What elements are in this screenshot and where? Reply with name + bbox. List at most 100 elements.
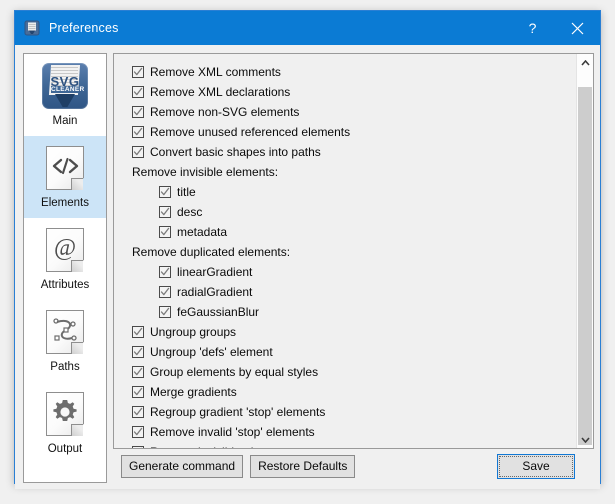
option-label: Regroup gradient 'stop' elements [150,405,326,419]
chevron-down-icon [580,436,590,443]
checkmark-icon [133,347,143,356]
checkmark-icon [133,67,143,76]
save-button[interactable]: Save [497,453,575,479]
option-checkbox-row[interactable]: feGaussianBlur [132,302,576,322]
sidebar-item-label: Main [52,115,78,127]
checkbox[interactable] [159,266,171,278]
option-checkbox-row[interactable]: title [132,182,576,202]
option-label: Remove XML comments [150,65,281,79]
option-checkbox-row[interactable]: Merge gradients [132,382,576,402]
options-panel: Remove XML comments Remove XML declaratio… [113,53,594,449]
category-sidebar[interactable]: SVG CLEANER Main Elements @ Attributes P… [23,53,107,483]
option-checkbox-row[interactable]: Ungroup 'defs' element [132,342,576,362]
checkbox[interactable] [132,366,144,378]
option-label: metadata [177,225,228,239]
generate-command-button[interactable]: Generate command [121,454,244,478]
chevron-up-icon [580,59,590,66]
option-label: Group elements by equal styles [150,365,319,379]
sidebar-item-elements[interactable]: Elements [24,136,106,218]
option-label: Remove invalid 'stop' elements [150,425,315,439]
scroll-up-button[interactable] [577,54,593,71]
option-label: radialGradient [177,285,253,299]
option-label: linearGradient [177,265,253,279]
option-checkbox-row[interactable]: Remove invisible elements [132,442,576,448]
close-icon [571,22,584,34]
options-scrollbar[interactable] [576,54,593,448]
option-checkbox-row[interactable]: Group elements by equal styles [132,362,576,382]
option-checkbox-row[interactable]: Convert basic shapes into paths [132,142,576,162]
option-label: Remove non-SVG elements [150,105,300,119]
checkmark-icon [160,267,170,276]
checkbox[interactable] [132,406,144,418]
option-label: Merge gradients [150,385,237,399]
option-group-label: Remove duplicated elements: [132,245,291,259]
dialog-body: SVG CLEANER Main Elements @ Attributes P… [15,45,600,489]
checkmark-icon [133,127,143,136]
checkbox[interactable] [159,206,171,218]
option-label: title [177,185,196,199]
option-group-heading: Remove invisible elements: [132,162,576,182]
help-button[interactable]: ? [510,11,555,45]
option-checkbox-row[interactable]: Remove XML declarations [132,82,576,102]
option-label: desc [177,205,203,219]
checkbox[interactable] [132,146,144,158]
sidebar-item-label: Paths [50,361,80,373]
sidebar-item-main[interactable]: SVG CLEANER Main [24,54,106,136]
checkbox[interactable] [159,306,171,318]
app-icon [24,20,40,36]
option-checkbox-row[interactable]: metadata [132,222,576,242]
checkmark-icon [133,367,143,376]
checkbox[interactable] [132,386,144,398]
option-label: Ungroup groups [150,325,237,339]
checkmark-icon [133,387,143,396]
option-checkbox-row[interactable]: Remove XML comments [132,62,576,82]
bezier-path-page-icon [40,307,90,357]
option-checkbox-row[interactable]: Ungroup groups [132,322,576,342]
checkbox[interactable] [132,326,144,338]
window-title: Preferences [49,21,119,35]
option-checkbox-row[interactable]: Remove unused referenced elements [132,122,576,142]
option-label: Remove XML declarations [150,85,291,99]
preferences-window: Preferences ? SVG CLEANER Main Elements … [14,10,601,489]
option-label: feGaussianBlur [177,305,260,319]
option-checkbox-row[interactable]: desc [132,202,576,222]
checkbox[interactable] [159,186,171,198]
option-label: Remove unused referenced elements [150,125,351,139]
checkbox[interactable] [132,66,144,78]
option-checkbox-row[interactable]: Regroup gradient 'stop' elements [132,402,576,422]
checkbox[interactable] [132,106,144,118]
scrollbar-thumb[interactable] [578,86,592,446]
sidebar-item-paths[interactable]: Paths [24,300,106,382]
checkmark-icon [133,427,143,436]
checkmark-icon [133,107,143,116]
svg-cleaner-app-icon: SVG CLEANER [40,61,90,111]
checkmark-icon [160,207,170,216]
checkmark-icon [160,187,170,196]
options-list: Remove XML comments Remove XML declaratio… [114,54,576,448]
option-checkbox-row[interactable]: Remove non-SVG elements [132,102,576,122]
sidebar-item-label: Elements [41,197,89,209]
option-checkbox-row[interactable]: linearGradient [132,262,576,282]
checkbox[interactable] [159,226,171,238]
option-checkbox-row[interactable]: Remove invalid 'stop' elements [132,422,576,442]
option-checkbox-row[interactable]: radialGradient [132,282,576,302]
sidebar-item-attributes[interactable]: @ Attributes [24,218,106,300]
restore-defaults-button[interactable]: Restore Defaults [250,454,356,478]
at-sign-page-icon: @ [40,225,90,275]
checkmark-icon [133,87,143,96]
code-page-icon [40,143,90,193]
dialog-footer: Generate command Restore Defaults Save [23,449,594,483]
option-group-label: Remove invisible elements: [132,165,279,179]
checkbox[interactable] [132,86,144,98]
checkmark-icon [160,227,170,236]
checkbox[interactable] [132,346,144,358]
checkbox[interactable] [159,286,171,298]
close-button[interactable] [555,11,600,45]
sidebar-item-label: Attributes [40,279,90,291]
help-icon: ? [528,20,537,36]
option-label: Ungroup 'defs' element [150,345,273,359]
checkbox[interactable] [132,126,144,138]
checkmark-icon [160,307,170,316]
checkbox[interactable] [132,426,144,438]
scroll-down-button[interactable] [577,431,593,448]
